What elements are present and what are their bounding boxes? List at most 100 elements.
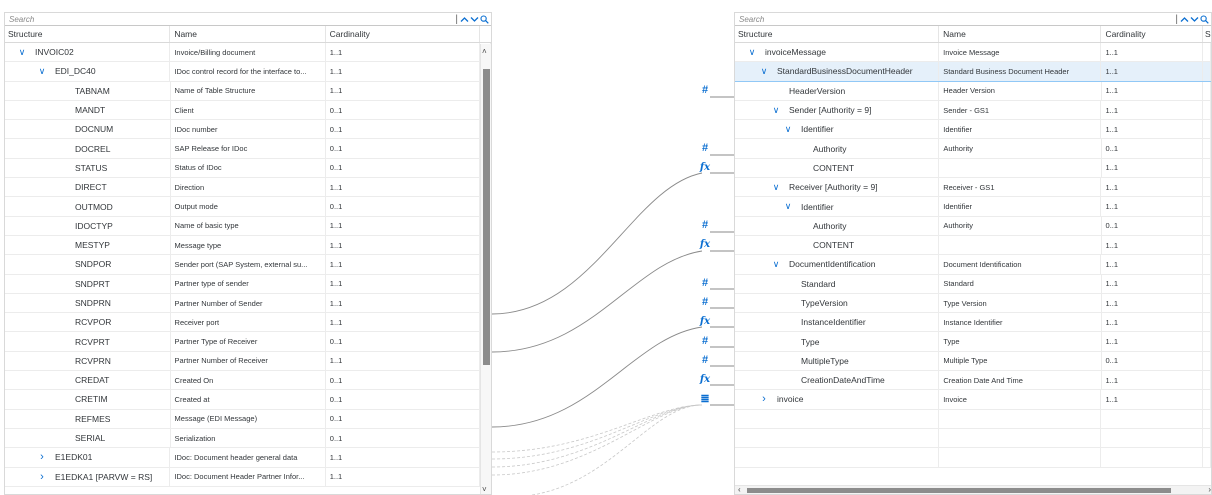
table-row[interactable]: ∨ DocumentIdentification Document Identifi…: [735, 255, 1211, 275]
table-row[interactable]: DIRECT Direction 1..1: [5, 178, 491, 198]
column-header-extra[interactable]: S: [1203, 26, 1211, 42]
column-header-cardinality[interactable]: Cardinality: [1101, 26, 1204, 42]
hash-icon[interactable]: #: [698, 296, 712, 308]
cardinality-cell: 1..1: [326, 62, 481, 81]
table-row[interactable]: MESTYP Message type 1..1: [5, 235, 491, 256]
scroll-left-icon[interactable]: ‹: [738, 485, 741, 494]
chevron-down-icon[interactable]: ∨: [747, 47, 757, 58]
source-vertical-scrollbar[interactable]: ˄ ˅: [480, 44, 491, 494]
table-row[interactable]: ∨ Receiver [Authority = 9] Receiver - GS1 1…: [735, 178, 1211, 198]
table-row[interactable]: Authority Authority 0..1: [735, 216, 1211, 236]
table-row[interactable]: CONTENT 1..1: [735, 235, 1211, 256]
table-row[interactable]: ∨ INVOIC02 Invoice/Billing document 1..1: [5, 43, 491, 63]
function-icon[interactable]: fx: [698, 239, 712, 251]
chevron-down-icon[interactable]: ∨: [771, 105, 781, 116]
table-row[interactable]: HeaderVersion Header Version 1..1: [735, 81, 1211, 101]
table-row[interactable]: InstanceIdentifier Instance Identifier 1..…: [735, 313, 1211, 333]
table-row[interactable]: › E1EDKA1 [PARVW = RS] IDoc: Document Head…: [5, 467, 491, 487]
table-row[interactable]: ∨ Identifier Identifier 1..1: [735, 120, 1211, 140]
table-row[interactable]: STATUS Status of IDoc 0..1: [5, 158, 491, 179]
chevron-right-icon[interactable]: ›: [37, 471, 47, 483]
chevron-down-icon[interactable]: ∨: [771, 182, 781, 193]
table-row[interactable]: DOCREL SAP Release for IDoc 0..1: [5, 139, 491, 159]
table-row[interactable]: › invoice Invoice 1..1: [735, 390, 1211, 410]
chevron-down-icon[interactable]: [470, 14, 479, 25]
table-row[interactable]: CONTENT 1..1: [735, 158, 1211, 179]
search-icon[interactable]: [480, 14, 489, 25]
table-row[interactable]: RCVPOR Receiver port 1..1: [5, 313, 491, 333]
chevron-down-icon[interactable]: ∨: [783, 201, 793, 212]
table-row[interactable]: ∨ EDI_DC40 IDoc control record for the int…: [5, 62, 491, 82]
table-row[interactable]: CREDAT Created On 0..1: [5, 371, 491, 391]
table-row[interactable]: SNDPRN Partner Number of Sender 1..1: [5, 293, 491, 314]
target-horizontal-scrollbar[interactable]: ‹ ›: [735, 485, 1211, 494]
table-row[interactable]: Standard Standard 1..1: [735, 274, 1211, 294]
chevron-up-icon[interactable]: [460, 14, 469, 25]
cardinality-cell: 1..1: [1101, 120, 1204, 139]
function-icon[interactable]: fx: [698, 161, 712, 173]
table-row[interactable]: [735, 448, 1211, 468]
table-row[interactable]: SNDPRT Partner type of sender 1..1: [5, 274, 491, 294]
source-search-input[interactable]: Search: [9, 15, 34, 24]
table-row[interactable]: Authority Authority 0..1: [735, 139, 1211, 159]
table-row[interactable]: TABNAM Name of Table Structure 1..1: [5, 81, 491, 101]
hash-icon[interactable]: #: [698, 277, 712, 289]
table-row[interactable]: [735, 428, 1211, 449]
column-header-name[interactable]: Name: [939, 26, 1102, 42]
structure-cell: › invoice: [735, 390, 940, 409]
scroll-thumb[interactable]: [747, 488, 1171, 493]
name-cell: Message (EDI Message): [171, 409, 326, 428]
chevron-down-icon[interactable]: ∨: [771, 259, 781, 270]
column-header-structure[interactable]: Structure: [735, 26, 940, 42]
name-cell: Identifier: [939, 197, 1102, 216]
chevron-right-icon[interactable]: ›: [759, 393, 769, 405]
column-header-name[interactable]: Name: [170, 26, 326, 42]
chevron-down-icon[interactable]: [1190, 14, 1199, 25]
table-row[interactable]: ∨ StandardBusinessDocumentHeader Standard …: [735, 62, 1211, 82]
table-row[interactable]: Type Type 1..1: [735, 332, 1211, 352]
table-row[interactable]: CRETIM Created at 0..1: [5, 390, 491, 410]
table-row[interactable]: DOCNUM IDoc number 0..1: [5, 120, 491, 140]
chevron-down-icon[interactable]: ∨: [759, 66, 769, 77]
table-row[interactable]: [735, 409, 1211, 429]
table-row[interactable]: ∨ Identifier Identifier 1..1: [735, 197, 1211, 217]
table-row[interactable]: MultipleType Multiple Type 0..1: [735, 351, 1211, 372]
table-row[interactable]: MANDT Client 0..1: [5, 100, 491, 121]
table-row[interactable]: SERIAL Serialization 0..1: [5, 428, 491, 449]
hash-icon[interactable]: #: [698, 84, 712, 96]
scroll-right-icon[interactable]: ›: [1208, 485, 1211, 494]
table-row[interactable]: RCVPRN Partner Number of Receiver 1..1: [5, 351, 491, 372]
target-search-bar[interactable]: Search |: [735, 13, 1211, 26]
table-row[interactable]: ∨ Sender [Authority = 9] Sender - GS1 1..1: [735, 100, 1211, 121]
hash-icon[interactable]: #: [698, 354, 712, 366]
table-row[interactable]: IDOCTYP Name of basic type 1..1: [5, 216, 491, 236]
scroll-up-icon[interactable]: ˄: [482, 47, 487, 56]
source-search-bar[interactable]: Search |: [5, 13, 491, 26]
list-icon[interactable]: ≣: [698, 393, 712, 405]
target-search-input[interactable]: Search: [739, 15, 764, 24]
chevron-up-icon[interactable]: [1180, 14, 1189, 25]
function-icon[interactable]: fx: [698, 316, 712, 328]
hash-icon[interactable]: #: [698, 142, 712, 154]
table-row[interactable]: RCVPRT Partner Type of Receiver 0..1: [5, 332, 491, 352]
table-row[interactable]: › E1EDK01 IDoc: Document header general da…: [5, 448, 491, 468]
table-row[interactable]: REFMES Message (EDI Message) 0..1: [5, 409, 491, 429]
column-header-structure[interactable]: Structure: [5, 26, 171, 42]
structure-cell: [735, 428, 940, 448]
table-row[interactable]: TypeVersion Type Version 1..1: [735, 293, 1211, 314]
scroll-down-icon[interactable]: ˅: [482, 485, 487, 494]
chevron-down-icon[interactable]: ∨: [37, 66, 47, 77]
table-row[interactable]: ∨ invoiceMessage Invoice Message 1..1: [735, 43, 1211, 63]
chevron-right-icon[interactable]: ›: [37, 451, 47, 463]
column-header-cardinality[interactable]: Cardinality: [326, 26, 481, 42]
scroll-thumb[interactable]: [483, 69, 490, 365]
table-row[interactable]: OUTMOD Output mode 0..1: [5, 197, 491, 217]
chevron-down-icon[interactable]: ∨: [17, 47, 27, 58]
search-icon[interactable]: [1200, 14, 1209, 25]
table-row[interactable]: SNDPOR Sender port (SAP System, external …: [5, 255, 491, 275]
function-icon[interactable]: fx: [698, 374, 712, 386]
chevron-down-icon[interactable]: ∨: [783, 124, 793, 135]
table-row[interactable]: CreationDateAndTime Creation Date And Tim…: [735, 371, 1211, 391]
hash-icon[interactable]: #: [698, 219, 712, 231]
hash-icon[interactable]: #: [698, 335, 712, 347]
